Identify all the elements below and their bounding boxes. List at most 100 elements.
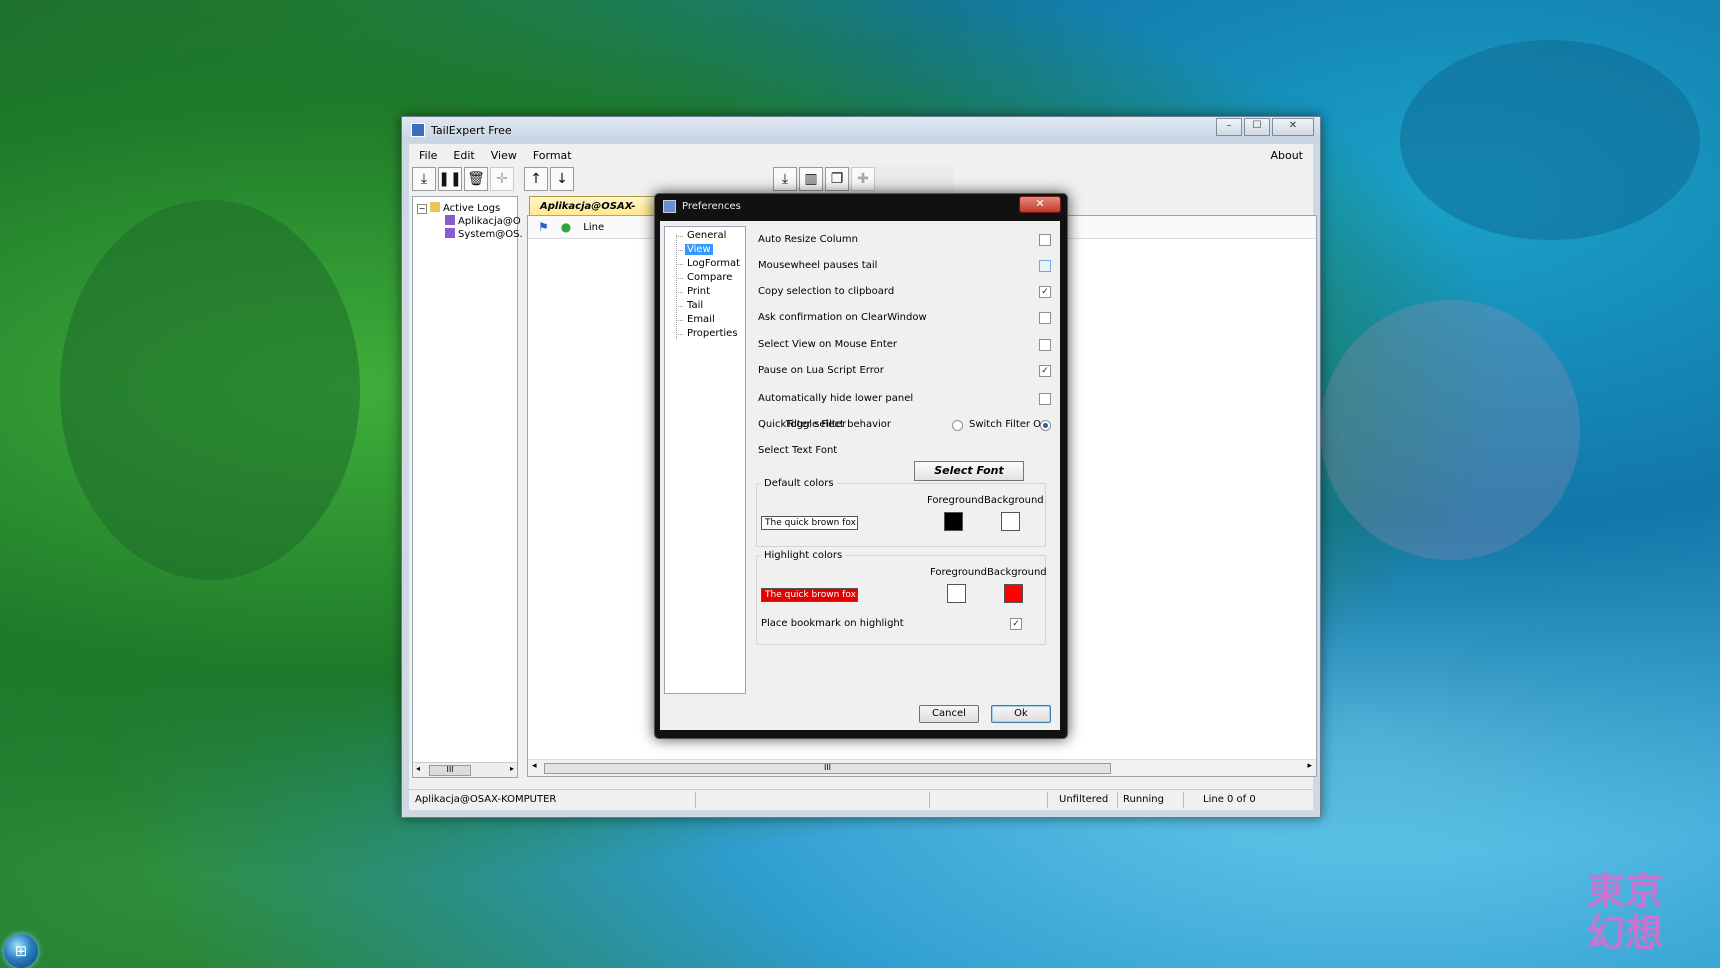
switch-filter-radio[interactable] [1040,420,1051,431]
default-colors-title: Default colors [761,478,837,489]
wallpaper-shape [1400,40,1700,240]
tree-horizontal-scrollbar[interactable]: ◂ III ▸ [413,762,517,777]
start-button[interactable]: ⊞ [4,934,38,968]
toggle-filter-radio[interactable] [952,420,963,431]
column-header-line[interactable]: Line [583,222,604,233]
pause-lua-checkbox[interactable]: ✓ [1039,365,1051,377]
option-select-view-label: Select View on Mouse Enter [758,339,898,350]
import-icon[interactable]: ⤓ [773,167,797,191]
highlight-foreground-swatch[interactable] [947,584,966,603]
scroll-left-icon[interactable]: ◂ [416,764,420,773]
highlight-foreground-label: Foreground [930,567,987,578]
nav-item-tail[interactable]: Tail [675,300,705,311]
nav-item-properties[interactable]: Properties [676,328,740,339]
preferences-nav: General View LogFormat Compare Print Tai… [664,226,746,694]
wallpaper-watermark: 東京幻想 [1586,868,1663,955]
secondary-toolbar: ⤓ ▥ ❐ ✚ [773,167,953,193]
status-source: Aplikacja@OSAX-KOMPUTER [415,794,557,805]
log-icon [445,215,455,225]
select-font-button[interactable]: Select Font [914,461,1024,481]
tree-item-aplikacja[interactable]: Aplikacja@O [445,215,521,227]
tree-item-label: Aplikacja@O [458,216,521,227]
windows-logo-icon: ⊞ [14,942,28,960]
scroll-thumb[interactable]: III [429,765,471,776]
log-tab[interactable]: Aplikacja@OSAX-KOMP [529,196,669,232]
bookmark-flag-icon: ⚑ [538,220,549,234]
dialog-close-button[interactable]: ✕ [1019,196,1061,213]
dialog-title-bar[interactable]: Preferences ✕ [655,194,1067,218]
auto-resize-checkbox[interactable] [1039,234,1051,246]
nav-item-view[interactable]: View [676,244,713,255]
option-auto-resize-label: Auto Resize Column [758,234,858,245]
nav-item-email[interactable]: Email [676,314,717,325]
nav-item-compare[interactable]: Compare [675,272,734,283]
ask-confirmation-checkbox[interactable] [1039,312,1051,324]
app-icon [411,123,425,137]
pause-icon[interactable]: ❚❚ [438,167,462,191]
menu-format[interactable]: Format [533,149,572,162]
dialog-title: Preferences [682,200,741,212]
log-icon [445,228,455,238]
columns-icon[interactable]: ▥ [799,167,823,191]
default-colors-sample: The quick brown fox... [761,516,858,530]
copy-icon[interactable]: ❐ [825,167,849,191]
scroll-right-icon[interactable]: ▸ [510,764,514,773]
close-button[interactable]: ✕ [1272,118,1314,136]
dialog-icon [663,199,676,213]
nav-item-print[interactable]: Print [675,286,712,297]
default-foreground-swatch[interactable] [944,512,963,531]
highlight-background-swatch[interactable] [1004,584,1023,603]
wallpaper-shape [60,200,360,580]
wallpaper-shape [1320,300,1580,560]
collapse-icon[interactable]: − [417,204,427,214]
highlight-background-label: Background [987,567,1047,578]
maximize-button[interactable]: ☐ [1244,118,1270,136]
status-bar: Aplikacja@OSAX-KOMPUTER Unfiltered Runni… [409,789,1313,810]
place-bookmark-label: Place bookmark on highlight [761,618,904,629]
preferences-dialog: Preferences ✕ General View LogFormat Com… [654,193,1068,739]
title-bar[interactable]: TailExpert Free – ☐ ✕ [402,117,1320,143]
log-tree: − Active Logs Aplikacja@O System@OS. ◂ II… [412,196,523,778]
mousewheel-pauses-checkbox[interactable] [1039,260,1051,272]
status-state: Running [1123,794,1164,805]
switch-filter-label: Switch Filter On [969,419,1048,430]
nav-item-general[interactable]: General [675,230,728,241]
hide-lower-panel-checkbox[interactable] [1039,393,1051,405]
ok-button[interactable]: Ok [991,705,1051,723]
tree-item-system[interactable]: System@OS. [445,228,523,240]
message-icon: ● [560,220,572,234]
default-background-swatch[interactable] [1001,512,1020,531]
default-colors-group: Default colors Foreground Background The… [756,478,1046,547]
arrow-up-icon[interactable]: ↑ [524,167,548,191]
download-icon[interactable]: ⤓ [412,167,436,191]
status-position: Line 0 of 0 [1203,794,1256,805]
scroll-right-icon[interactable]: ▸ [1307,761,1312,771]
status-filter: Unfiltered [1059,794,1109,805]
cancel-button[interactable]: Cancel [919,705,979,723]
arrow-down-icon[interactable]: ↓ [550,167,574,191]
menu-view[interactable]: View [491,149,517,162]
minimize-button[interactable]: – [1216,118,1242,136]
copy-selection-checkbox[interactable]: ✓ [1039,286,1051,298]
trash-icon[interactable]: 🗑 [464,167,488,191]
window-controls: – ☐ ✕ [1216,118,1314,136]
main-toolbar: ⤓ ❚❚ 🗑 ✛ ↑ ↓ [412,167,574,193]
scroll-thumb[interactable]: III [544,763,1111,774]
window-title: TailExpert Free [431,123,512,137]
tree-root[interactable]: − Active Logs [417,202,500,214]
folder-icon [430,202,440,212]
nav-item-logformat[interactable]: LogFormat [675,258,742,269]
select-view-checkbox[interactable] [1039,339,1051,351]
split-icon[interactable]: ✛ [490,167,514,191]
tree-root-label: Active Logs [443,203,501,214]
menu-file[interactable]: File [419,149,437,162]
menu-edit[interactable]: Edit [453,149,474,162]
place-bookmark-checkbox[interactable]: ✓ [1010,618,1022,630]
menu-about[interactable]: About [1270,149,1303,162]
scroll-left-icon[interactable]: ◂ [532,761,537,771]
log-horizontal-scrollbar[interactable]: ◂ III ▸ [528,759,1316,776]
default-foreground-label: Foreground [927,495,984,506]
option-mousewheel-label: Mousewheel pauses tail [758,260,878,271]
tree-item-label: System@OS. [458,229,523,240]
add-icon[interactable]: ✚ [851,167,875,191]
